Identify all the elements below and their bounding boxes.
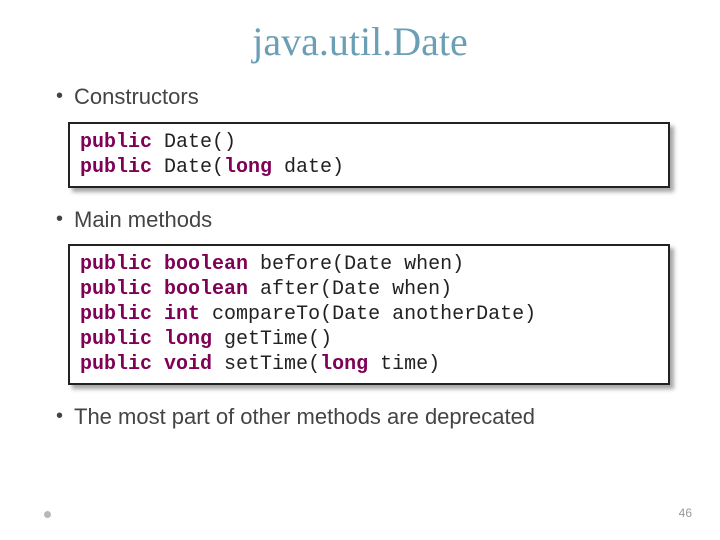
keyword-public: public bbox=[80, 253, 152, 276]
keyword-long: long bbox=[224, 156, 272, 179]
bullet-list: The most part of other methods are depre… bbox=[50, 403, 670, 432]
code-text: setTime( bbox=[212, 353, 320, 376]
bullet-deprecated: The most part of other methods are depre… bbox=[50, 403, 670, 432]
slide: java.util.Date Constructors public Date(… bbox=[0, 0, 720, 540]
page-title: java.util.Date bbox=[50, 18, 670, 65]
keyword-long: long bbox=[164, 328, 212, 351]
keyword-public: public bbox=[80, 278, 152, 301]
code-text: after(Date when) bbox=[248, 278, 452, 301]
decorative-dot-icon bbox=[44, 511, 51, 518]
code-text: Date() bbox=[152, 131, 236, 154]
code-text: getTime() bbox=[212, 328, 332, 351]
bullet-list: Main methods bbox=[50, 206, 670, 235]
code-text: Date( bbox=[152, 156, 224, 179]
code-text: time) bbox=[368, 353, 440, 376]
page-number: 46 bbox=[679, 506, 692, 520]
bullet-list: Constructors bbox=[50, 83, 670, 112]
code-text: compareTo(Date anotherDate) bbox=[200, 303, 536, 326]
keyword-long: long bbox=[320, 353, 368, 376]
keyword-void: void bbox=[164, 353, 212, 376]
bullet-main-methods: Main methods bbox=[50, 206, 670, 235]
keyword-boolean: boolean bbox=[164, 253, 248, 276]
code-text: date) bbox=[272, 156, 344, 179]
keyword-public: public bbox=[80, 131, 152, 154]
keyword-public: public bbox=[80, 156, 152, 179]
keyword-public: public bbox=[80, 353, 152, 376]
code-block-constructors-wrap: public Date() public Date(long date) bbox=[68, 122, 670, 188]
code-block-methods-wrap: public boolean before(Date when) public … bbox=[68, 244, 670, 385]
keyword-public: public bbox=[80, 303, 152, 326]
code-block-methods: public boolean before(Date when) public … bbox=[68, 244, 670, 385]
bullet-constructors: Constructors bbox=[50, 83, 670, 112]
code-block-constructors: public Date() public Date(long date) bbox=[68, 122, 670, 188]
code-text: before(Date when) bbox=[248, 253, 464, 276]
keyword-public: public bbox=[80, 328, 152, 351]
keyword-boolean: boolean bbox=[164, 278, 248, 301]
keyword-int: int bbox=[164, 303, 200, 326]
